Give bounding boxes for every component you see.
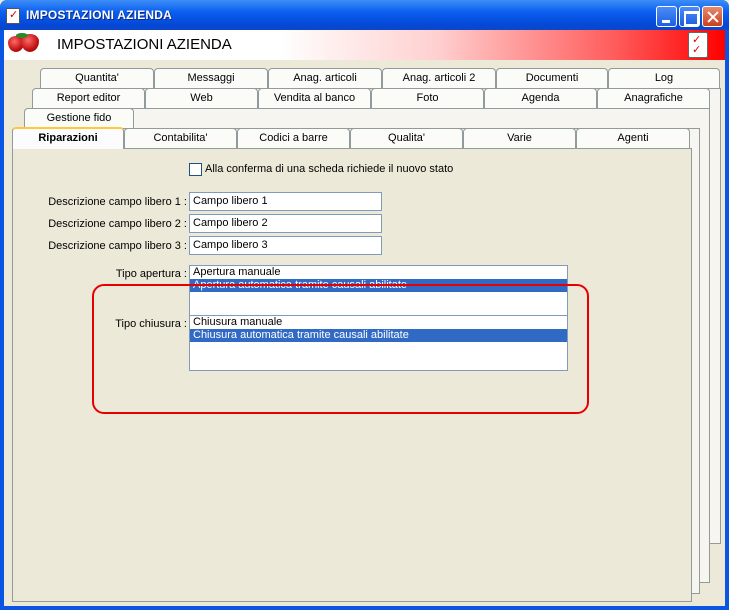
tab-quantita[interactable]: Quantita' (40, 68, 154, 88)
app-checklist-icon[interactable] (6, 8, 20, 24)
tab-agenti[interactable]: Agenti (576, 128, 690, 148)
riparazioni-panel: Alla conferma di una scheda richiede il … (12, 148, 692, 602)
tab-vendita-al-banco[interactable]: Vendita al banco (258, 88, 371, 108)
client-area: IMPOSTAZIONI AZIENDA Quantita' Messaggi … (4, 30, 725, 606)
title-bar[interactable]: IMPOSTAZIONI AZIENDA (0, 0, 729, 30)
conferma-scheda-checkbox[interactable] (189, 163, 202, 176)
header-banner: IMPOSTAZIONI AZIENDA (4, 30, 725, 60)
tab-foto[interactable]: Foto (371, 88, 484, 108)
campo-libero-3-input[interactable]: Campo libero 3 (189, 236, 382, 255)
list-item[interactable]: Apertura manuale (190, 266, 567, 279)
campo-libero-2-input[interactable]: Campo libero 2 (189, 214, 382, 233)
tab-anagrafiche[interactable]: Anagrafiche (597, 88, 710, 108)
tab-varie[interactable]: Varie (463, 128, 576, 148)
minimize-button[interactable] (656, 6, 677, 27)
tab-log[interactable]: Log (608, 68, 720, 88)
tab-messaggi[interactable]: Messaggi (154, 68, 268, 88)
tab-web[interactable]: Web (145, 88, 258, 108)
leaf-icon (16, 33, 28, 38)
highlight-annotation (92, 284, 589, 414)
tab-report-editor[interactable]: Report editor (32, 88, 145, 108)
campo-libero-3-label: Descrizione campo libero 3 : (48, 240, 187, 252)
conferma-scheda-label: Alla conferma di una scheda richiede il … (205, 163, 454, 175)
tipo-apertura-label: Tipo apertura : (115, 268, 187, 280)
window-title: IMPOSTAZIONI AZIENDA (26, 8, 172, 22)
campo-libero-1-input[interactable]: Campo libero 1 (189, 192, 382, 211)
close-button[interactable] (702, 6, 723, 27)
tab-anag-articoli[interactable]: Anag. articoli (268, 68, 382, 88)
campo-libero-2-label: Descrizione campo libero 2 : (48, 218, 187, 230)
tab-contabilita[interactable]: Contabilita' (124, 128, 237, 148)
tab-qualita[interactable]: Qualita' (350, 128, 463, 148)
tab-anag-articoli-2[interactable]: Anag. articoli 2 (382, 68, 496, 88)
tab-codici-a-barre[interactable]: Codici a barre (237, 128, 350, 148)
maximize-button[interactable] (679, 6, 700, 27)
tab-gestione-fido[interactable]: Gestione fido (24, 108, 134, 128)
tab-documenti[interactable]: Documenti (496, 68, 608, 88)
banner-title: IMPOSTAZIONI AZIENDA (57, 36, 232, 53)
tab-agenda[interactable]: Agenda (484, 88, 597, 108)
application-window: IMPOSTAZIONI AZIENDA IMPOSTAZIONI AZIEND… (0, 0, 729, 610)
campo-libero-1-label: Descrizione campo libero 1 : (48, 196, 187, 208)
tab-riparazioni[interactable]: Riparazioni (12, 127, 124, 149)
checklist-icon[interactable] (688, 32, 708, 58)
